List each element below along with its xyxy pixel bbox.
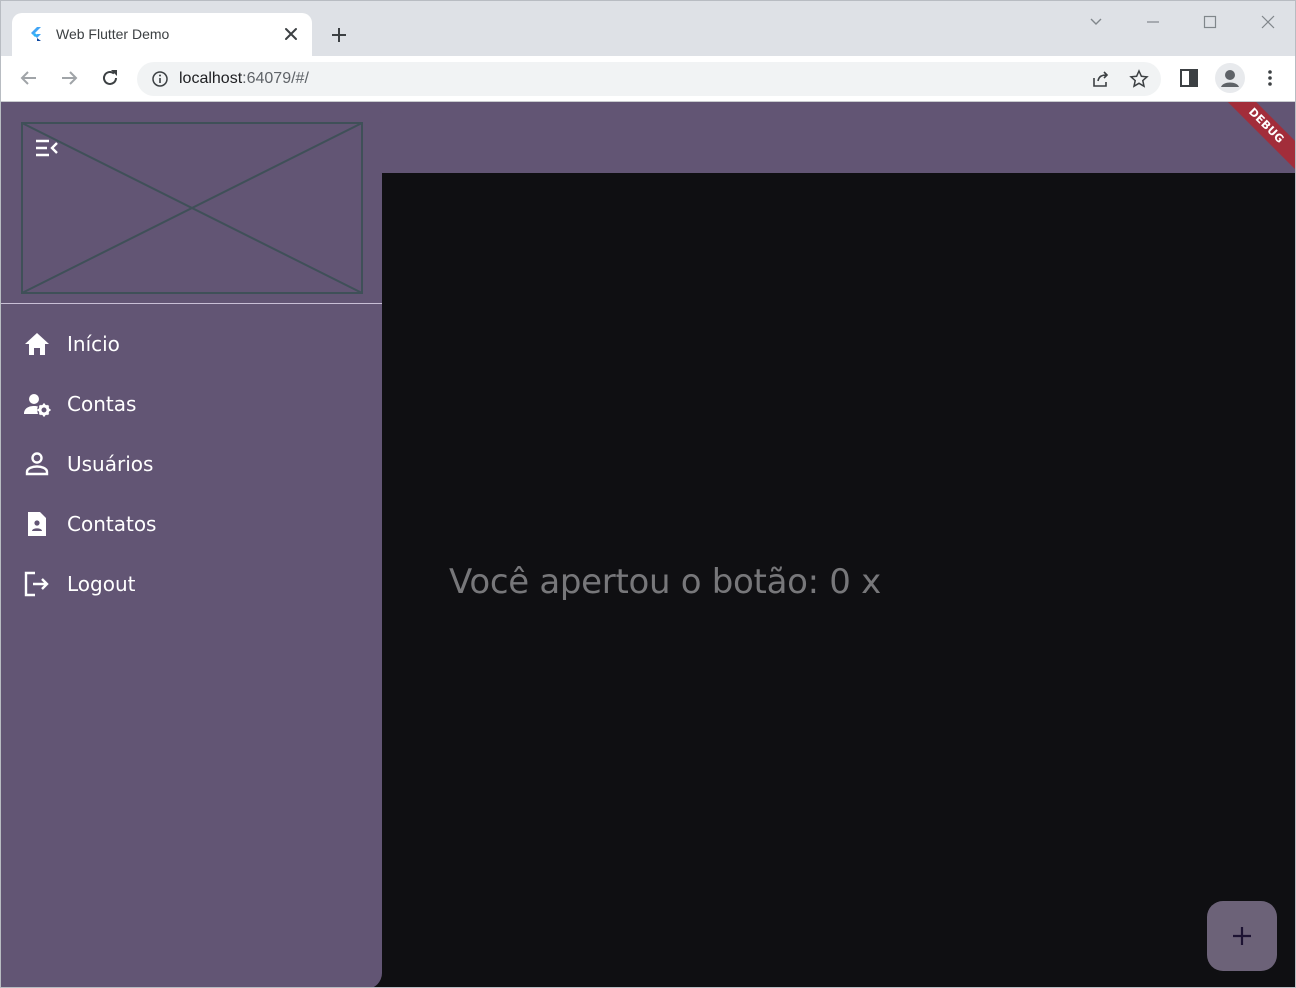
drawer-header [1,102,382,304]
navigation-drawer: Início Contas Usuários Contatos Logout [1,102,382,987]
url-path: :64079/#/ [242,70,309,87]
image-placeholder [21,122,363,294]
back-icon[interactable] [18,67,40,89]
forward-icon[interactable] [58,67,80,89]
person-icon [25,452,49,476]
drawer-item-label: Usuários [67,452,154,476]
side-panel-icon[interactable] [1178,67,1200,89]
maximize-icon[interactable] [1201,13,1219,31]
site-info-icon[interactable] [151,70,169,88]
reload-icon[interactable] [99,67,121,89]
share-icon[interactable] [1091,69,1111,89]
drawer-item-logout[interactable]: Logout [1,554,382,614]
bookmark-star-icon[interactable] [1129,69,1149,89]
profile-avatar[interactable] [1215,63,1245,93]
tab-strip: Web Flutter Demo [1,1,1295,56]
url-host: localhost [179,70,243,87]
drawer-item-contatos[interactable]: Contatos [1,494,382,554]
close-tab-icon[interactable] [282,25,300,43]
drawer-item-inicio[interactable]: Início [1,314,382,374]
drawer-item-label: Contas [67,392,137,416]
contact-document-icon [28,512,46,536]
drawer-item-label: Início [67,332,120,356]
drawer-item-label: Contatos [67,512,157,536]
tab-title: Web Flutter Demo [56,26,170,42]
address-bar[interactable]: localhost:64079/#/ [137,62,1161,96]
plus-icon [1233,927,1251,945]
drawer-item-contas[interactable]: Contas [1,374,382,434]
menu-open-icon[interactable] [35,138,59,158]
tab-search-chevron-icon[interactable] [1087,13,1105,31]
url-text: localhost:64079/#/ [179,70,309,88]
logout-icon [24,571,49,597]
flutter-app: DEBUG Você apertou o botão: 0 x Início C… [1,102,1295,987]
new-tab-icon[interactable] [327,23,351,47]
browser-tab[interactable]: Web Flutter Demo [12,13,312,56]
increment-fab-button[interactable] [1207,901,1277,971]
drawer-item-usuarios[interactable]: Usuários [1,434,382,494]
user-settings-icon [24,394,51,417]
flutter-logo-icon [31,27,41,41]
minimize-icon[interactable] [1144,13,1162,31]
home-icon [25,333,49,355]
browser-window: Web Flutter Demo localhost:64079/#/ DEBU… [0,0,1296,988]
more-menu-icon[interactable] [1259,67,1281,89]
profile-icon [1221,70,1239,87]
browser-toolbar: localhost:64079/#/ [1,56,1295,102]
drawer-item-label: Logout [67,572,136,596]
close-window-icon[interactable] [1259,13,1277,31]
drawer-nav-list: Início Contas Usuários Contatos Logout [1,314,382,614]
counter-text: Você apertou o botão: 0 x [449,562,881,602]
